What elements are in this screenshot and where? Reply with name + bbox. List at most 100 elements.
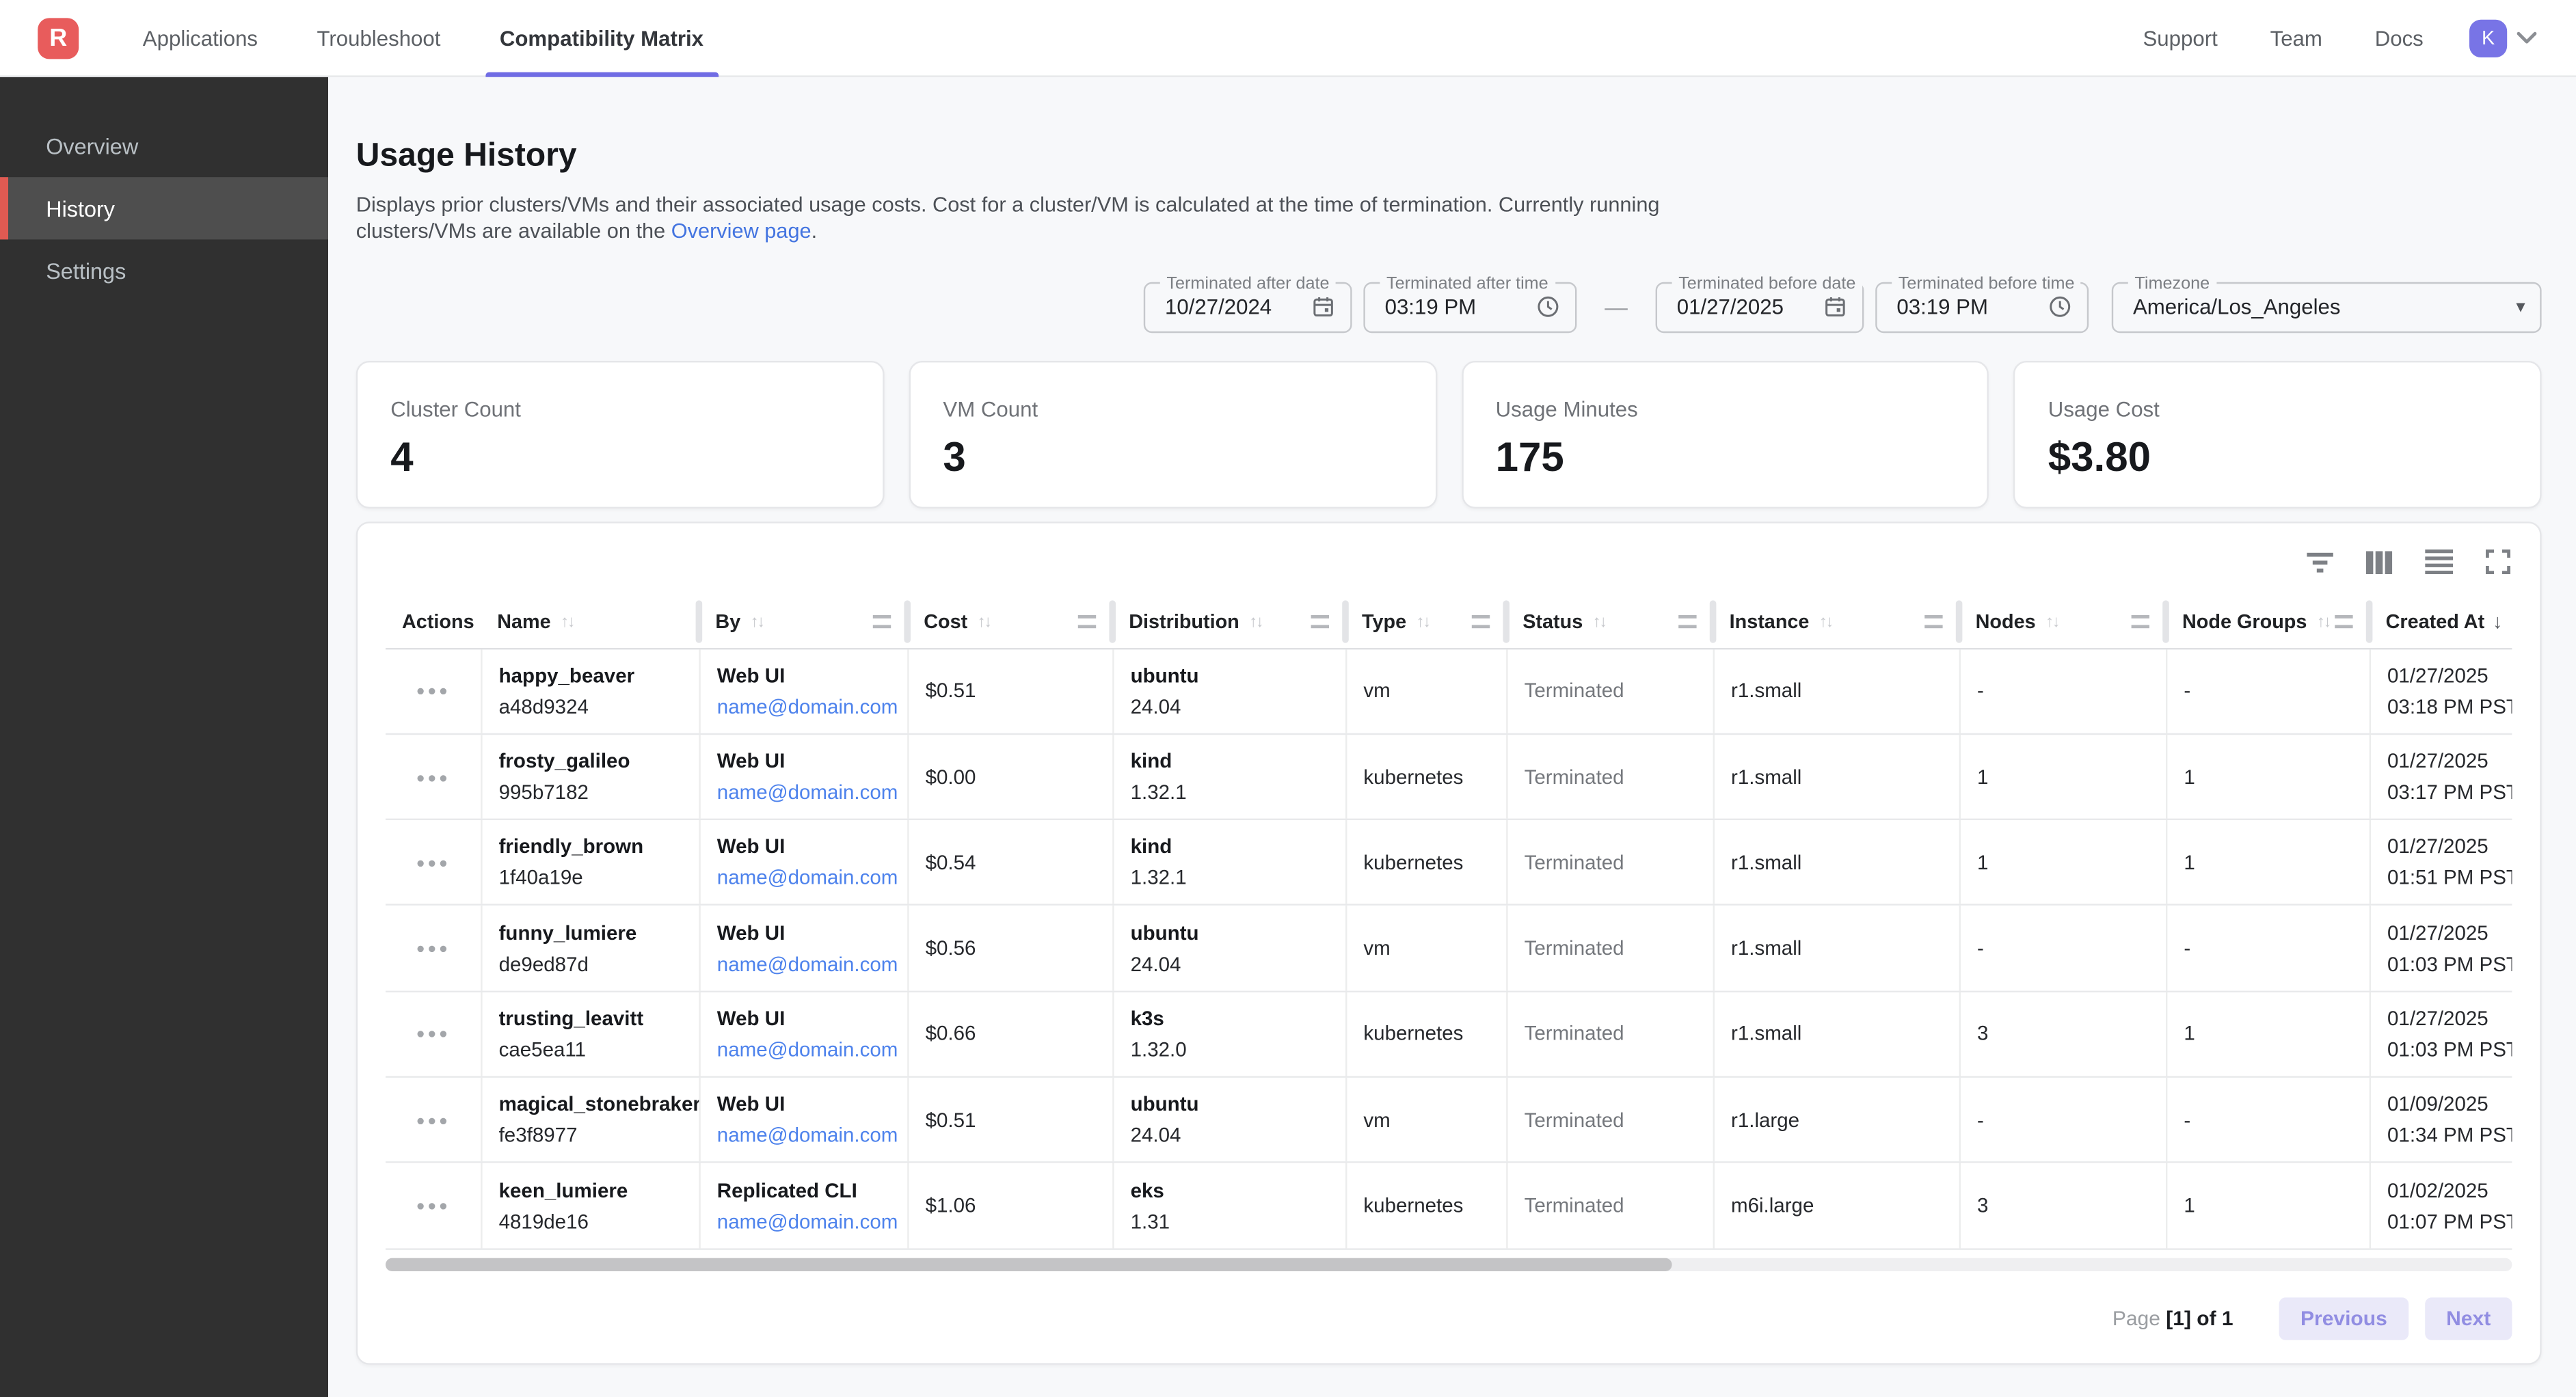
sidebar-item-overview[interactable]: Overview xyxy=(0,115,328,177)
sidebar-item-history[interactable]: History xyxy=(0,177,328,239)
overview-page-link[interactable]: Overview page xyxy=(671,218,811,243)
field-value: America/Los_Angeles xyxy=(2133,295,2341,319)
cell-type: kubernetes xyxy=(1345,992,1506,1076)
cell-status: Terminated xyxy=(1506,1164,1713,1248)
cell-text: r1.small xyxy=(1731,765,1959,789)
cell-created_at: 01/27/202501:03 PM PST xyxy=(2370,906,2512,990)
cell-distribution: k3s1.32.0 xyxy=(1112,992,1345,1076)
dropdown-arrow-icon[interactable]: ▾ xyxy=(2516,296,2525,317)
nav-item-support[interactable]: Support xyxy=(2143,25,2217,50)
field-label: Terminated after date xyxy=(1160,273,1336,293)
terminated-before-time-field[interactable]: Terminated before time 03:19 PM xyxy=(1875,282,2089,332)
page-title: Usage History xyxy=(356,138,2542,176)
cell-distribution: ubuntu24.04 xyxy=(1112,906,1345,990)
cell-text: kubernetes xyxy=(1363,765,1506,789)
clock-icon[interactable] xyxy=(1535,295,1560,319)
row-actions-button[interactable]: ●●● xyxy=(416,940,451,957)
cell-text: $0.51 xyxy=(926,1109,1113,1132)
horizontal-scrollbar-track[interactable] xyxy=(386,1258,2512,1271)
cell-text: - xyxy=(2184,937,2369,960)
cell-text: Terminated xyxy=(1525,937,1713,960)
email-link[interactable]: name@domain.com xyxy=(717,781,907,804)
terminated-after-date-field[interactable]: Terminated after date 10/27/2024 xyxy=(1144,282,1352,332)
email-link[interactable]: name@domain.com xyxy=(717,953,907,976)
cell-text: kubernetes xyxy=(1363,1022,1506,1046)
nav-item-applications[interactable]: Applications xyxy=(128,0,272,75)
row-actions-button[interactable]: ●●● xyxy=(416,1197,451,1214)
row-actions-button[interactable]: ●●● xyxy=(416,683,451,699)
email-link[interactable]: name@domain.com xyxy=(717,695,907,718)
column-header-node_groups[interactable]: Node Groups↑↓ xyxy=(2166,597,2370,647)
cell-cost: $0.00 xyxy=(907,735,1112,819)
stat-value: 3 xyxy=(943,434,1401,482)
horizontal-scrollbar-thumb[interactable] xyxy=(386,1258,1672,1271)
email-link[interactable]: name@domain.com xyxy=(717,867,907,890)
column-menu-icon[interactable] xyxy=(1311,615,1329,628)
cell-name: keen_lumiere4819de16 xyxy=(481,1164,699,1248)
page-description: Displays prior clusters/VMs and their as… xyxy=(356,192,1669,244)
sort-icon: ↑↓ xyxy=(2317,613,2330,631)
column-menu-icon[interactable] xyxy=(1678,615,1696,628)
cell-text: Web UI xyxy=(717,1093,907,1116)
email-link[interactable]: name@domain.com xyxy=(717,1124,907,1148)
cell-text: Terminated xyxy=(1525,851,1713,874)
replicated-logo[interactable]: R xyxy=(38,17,79,58)
cell-text: 24.04 xyxy=(1131,1124,1345,1148)
cell-instance: r1.small xyxy=(1713,906,1959,990)
column-header-distribution[interactable]: Distribution↑↓ xyxy=(1112,597,1345,647)
column-header-type[interactable]: Type↑↓ xyxy=(1345,597,1506,647)
timezone-select[interactable]: Timezone America/Los_Angeles ▾ xyxy=(2112,282,2542,332)
cell-name: funny_lumierede9ed87d xyxy=(481,906,699,990)
terminated-after-time-field[interactable]: Terminated after time 03:19 PM xyxy=(1363,282,1577,332)
cell-instance: m6i.large xyxy=(1713,1164,1959,1248)
column-menu-icon[interactable] xyxy=(873,615,891,628)
cell-by: Web UIname@domain.com xyxy=(699,906,907,990)
cell-text: 01/09/2025 xyxy=(2387,1093,2512,1116)
chevron-down-icon[interactable] xyxy=(2517,26,2537,49)
density-icon[interactable] xyxy=(2424,549,2453,575)
nav-item-compatibility-matrix[interactable]: Compatibility Matrix xyxy=(485,0,718,75)
column-header-by[interactable]: By↑↓ xyxy=(699,597,907,647)
column-menu-icon[interactable] xyxy=(1078,615,1096,628)
sort-icon: ↑↓ xyxy=(978,613,991,631)
field-value: 03:19 PM xyxy=(1385,295,1477,319)
row-actions-button[interactable]: ●●● xyxy=(416,768,451,785)
sort-icon: ↑↓ xyxy=(1417,613,1430,631)
nav-item-troubleshoot[interactable]: Troubleshoot xyxy=(302,0,455,75)
column-menu-icon[interactable] xyxy=(1472,615,1490,628)
page-number: [1] of 1 xyxy=(2166,1307,2233,1330)
stat-label: VM Count xyxy=(943,396,1401,421)
clock-icon[interactable] xyxy=(2048,295,2072,319)
next-page-button[interactable]: Next xyxy=(2425,1297,2512,1340)
cell-text: happy_beaver xyxy=(499,664,699,687)
columns-icon[interactable] xyxy=(2364,549,2393,575)
nav-item-team[interactable]: Team xyxy=(2270,25,2322,50)
cell-text: $0.54 xyxy=(926,851,1113,874)
calendar-icon[interactable] xyxy=(1823,295,1847,319)
column-header-cost[interactable]: Cost↑↓ xyxy=(907,597,1112,647)
terminated-before-date-field[interactable]: Terminated before date 01/27/2025 xyxy=(1656,282,1864,332)
nav-item-docs[interactable]: Docs xyxy=(2375,25,2424,50)
column-header-instance[interactable]: Instance↑↓ xyxy=(1713,597,1959,647)
column-header-status[interactable]: Status↑↓ xyxy=(1506,597,1713,647)
previous-page-button[interactable]: Previous xyxy=(2279,1297,2409,1340)
fullscreen-icon[interactable] xyxy=(2482,549,2512,575)
row-actions-button[interactable]: ●●● xyxy=(416,854,451,871)
cell-cost: $0.54 xyxy=(907,820,1112,904)
email-link[interactable]: name@domain.com xyxy=(717,1038,907,1061)
email-link[interactable]: name@domain.com xyxy=(717,1210,907,1233)
cell-type: kubernetes xyxy=(1345,820,1506,904)
sidebar-item-settings[interactable]: Settings xyxy=(0,239,328,301)
column-header-name[interactable]: Name↑↓ xyxy=(481,597,699,647)
row-actions-button[interactable]: ●●● xyxy=(416,1026,451,1042)
cell-node_groups: 1 xyxy=(2166,735,2370,819)
cell-text: kind xyxy=(1131,750,1345,773)
column-menu-icon[interactable] xyxy=(2335,615,2352,628)
column-menu-icon[interactable] xyxy=(1924,615,1942,628)
row-actions-button[interactable]: ●●● xyxy=(416,1112,451,1128)
column-menu-icon[interactable] xyxy=(2132,615,2149,628)
filter-icon[interactable] xyxy=(2305,549,2335,575)
column-header-nodes[interactable]: Nodes↑↓ xyxy=(1959,597,2166,647)
user-avatar[interactable]: K xyxy=(2469,19,2507,57)
calendar-icon[interactable] xyxy=(1311,295,1336,319)
